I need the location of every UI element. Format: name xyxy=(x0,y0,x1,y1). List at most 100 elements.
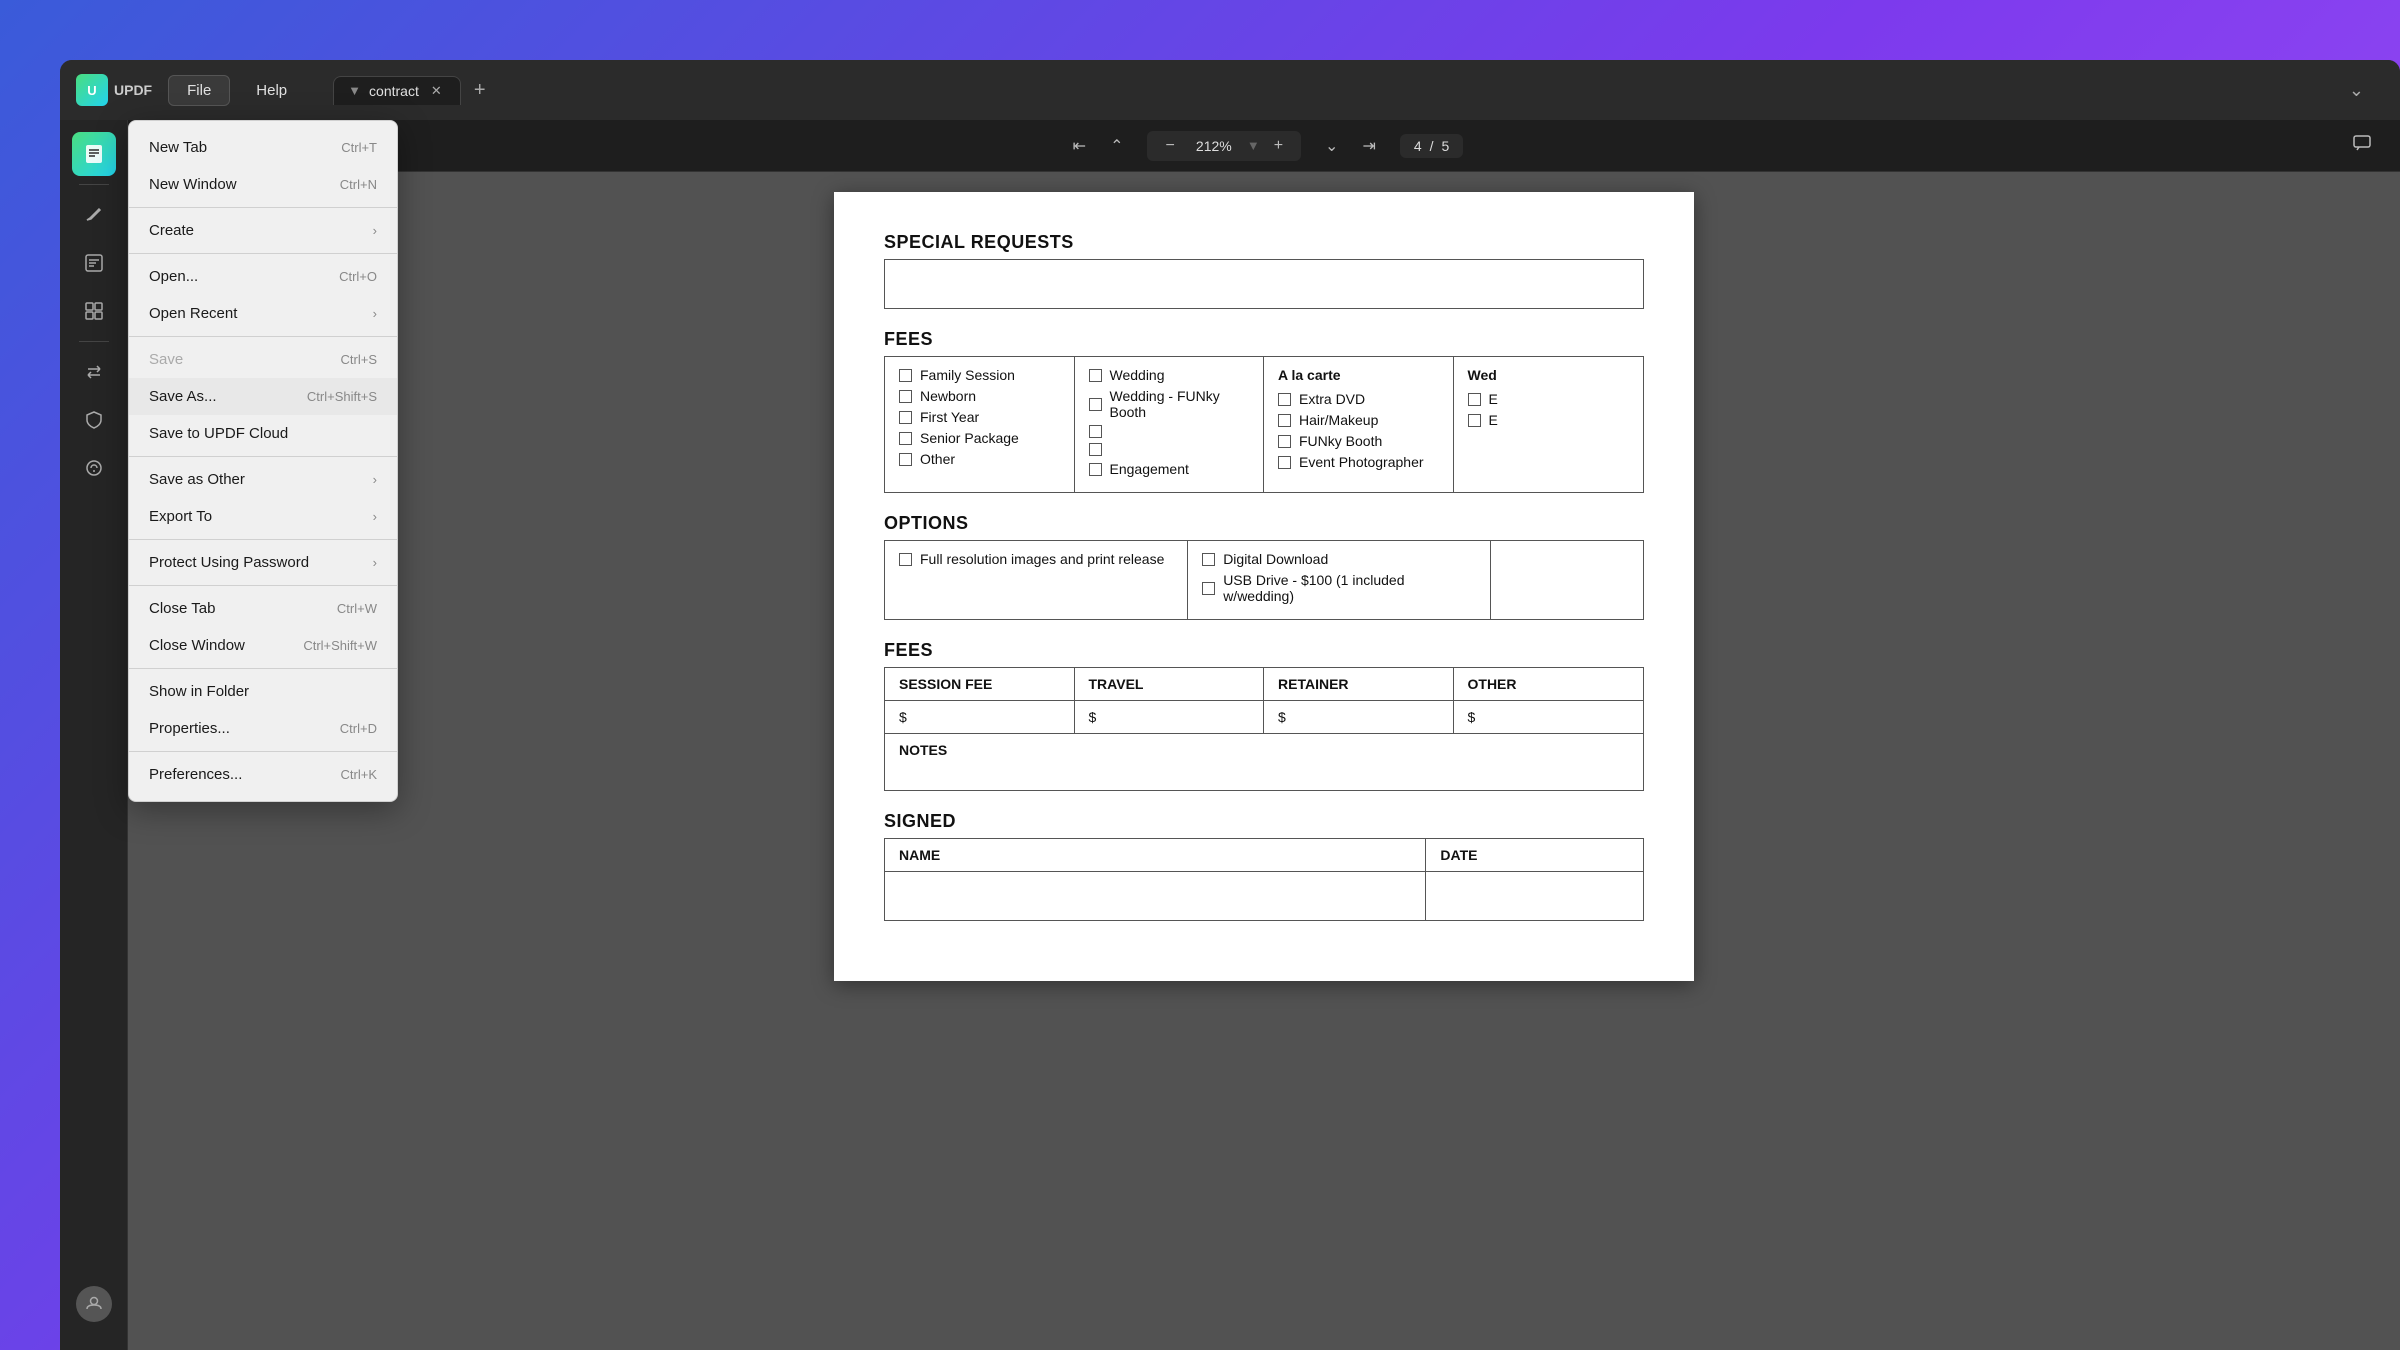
checkbox-blank2[interactable] xyxy=(1089,443,1102,456)
next-page-button[interactable]: ⌄ xyxy=(1317,132,1346,160)
menu-arrow-export: › xyxy=(373,509,377,524)
checkbox-wed-1[interactable] xyxy=(1468,393,1481,406)
menu-item-create[interactable]: Create › xyxy=(129,212,397,249)
sidebar-bottom xyxy=(76,1286,112,1338)
toolbar-nav-2: ⌄ ⇥ xyxy=(1317,132,1384,160)
sidebar-icon-convert[interactable] xyxy=(72,350,116,394)
menu-item-new-tab[interactable]: New Tab Ctrl+T xyxy=(129,129,397,166)
zoom-out-button[interactable]: − xyxy=(1159,135,1180,157)
menu-item-save-as[interactable]: Save As... Ctrl+Shift+S xyxy=(129,378,397,415)
checkbox-other[interactable] xyxy=(899,453,912,466)
menu-item-close-window[interactable]: Close Window Ctrl+Shift+W xyxy=(129,627,397,664)
fees-bottom-section: FEES SESSION FEE TRAVEL RETAINER OTHER $… xyxy=(884,640,1644,791)
current-page: 4 xyxy=(1414,138,1422,154)
page-separator: / xyxy=(1430,138,1434,154)
fees-label-wedding-funky: Wedding - FUNky Booth xyxy=(1110,388,1250,420)
menu-item-close-tab[interactable]: Close Tab Ctrl+W xyxy=(129,590,397,627)
user-avatar[interactable] xyxy=(76,1286,112,1322)
first-page-button[interactable]: ⇤ xyxy=(1065,132,1094,160)
fees-bottom-title: FEES xyxy=(884,640,1644,661)
checkbox-engagement[interactable] xyxy=(1089,463,1102,476)
checkbox-wed-2[interactable] xyxy=(1468,414,1481,427)
tab-name: contract xyxy=(369,83,419,99)
sidebar-icon-organize[interactable] xyxy=(72,289,116,333)
help-menu-button[interactable]: Help xyxy=(238,76,305,105)
signed-name-header: NAME xyxy=(885,839,1426,871)
menu-item-save-cloud[interactable]: Save to UPDF Cloud xyxy=(129,415,397,452)
menu-label-properties: Properties... xyxy=(149,720,230,737)
menu-item-export[interactable]: Export To › xyxy=(129,498,397,535)
sidebar-icon-annotate[interactable] xyxy=(72,193,116,237)
fees-header-session: SESSION FEE xyxy=(885,668,1075,700)
add-tab-button[interactable]: + xyxy=(465,75,495,105)
tab-close-icon[interactable]: ✕ xyxy=(431,83,442,99)
checkbox-fullres[interactable] xyxy=(899,553,912,566)
checkbox-blank1[interactable] xyxy=(1089,425,1102,438)
menu-item-save[interactable]: Save Ctrl+S xyxy=(129,341,397,378)
dropdown-menu-container: New Tab Ctrl+T New Window Ctrl+N Create … xyxy=(128,120,398,802)
menu-item-preferences[interactable]: Preferences... Ctrl+K xyxy=(129,756,397,793)
options-col-1: Full resolution images and print release xyxy=(885,541,1188,619)
signed-date-cell xyxy=(1426,872,1643,920)
checkbox-wedding-funky[interactable] xyxy=(1089,398,1102,411)
main-area: ⇤ ⌃ − 212% ▼ + ⌄ ⇥ 4 / 5 xyxy=(60,120,2400,1350)
zoom-dropdown-icon[interactable]: ▼ xyxy=(1247,138,1260,153)
sidebar-icon-edit[interactable] xyxy=(72,241,116,285)
page-control: 4 / 5 xyxy=(1400,134,1463,158)
fees-top-section: FEES Family Session Newborn xyxy=(884,329,1644,493)
options-grid: Full resolution images and print release… xyxy=(884,540,1644,620)
content-area: ⇤ ⌃ − 212% ▼ + ⌄ ⇥ 4 / 5 xyxy=(128,120,2400,1350)
last-page-button[interactable]: ⇥ xyxy=(1354,132,1383,160)
menu-arrow-protect: › xyxy=(373,555,377,570)
app-window: U UPDF File Help ▼ contract ✕ + ⌄ xyxy=(60,60,2400,1350)
fees-label-funky: FUNky Booth xyxy=(1299,433,1382,449)
special-requests-section: SPECIAL REQUESTS xyxy=(884,232,1644,309)
checkbox-event[interactable] xyxy=(1278,456,1291,469)
menu-item-protect[interactable]: Protect Using Password › xyxy=(129,544,397,581)
prev-page-button[interactable]: ⌃ xyxy=(1102,132,1131,160)
toolbar-nav: ⇤ ⌃ xyxy=(1065,132,1132,160)
menu-label-open-recent: Open Recent xyxy=(149,305,237,322)
menu-label-save-as: Save As... xyxy=(149,388,217,405)
checkbox-usb[interactable] xyxy=(1202,582,1215,595)
fees-row-wed-1: E xyxy=(1468,391,1630,407)
checkbox-family[interactable] xyxy=(899,369,912,382)
checkbox-wedding[interactable] xyxy=(1089,369,1102,382)
menu-label-protect: Protect Using Password xyxy=(149,554,309,571)
file-menu-button[interactable]: File xyxy=(168,75,230,106)
comment-button[interactable] xyxy=(2344,129,2380,162)
sidebar-icon-read[interactable] xyxy=(72,132,116,176)
checkbox-firstyear[interactable] xyxy=(899,411,912,424)
menu-item-save-other[interactable]: Save as Other › xyxy=(129,461,397,498)
menu-arrow-open-recent: › xyxy=(373,306,377,321)
menu-shortcut-close-window: Ctrl+Shift+W xyxy=(303,638,377,653)
fees-label-other: Other xyxy=(920,451,955,467)
menu-item-new-window[interactable]: New Window Ctrl+N xyxy=(129,166,397,203)
menu-item-show-folder[interactable]: Show in Folder xyxy=(129,673,397,710)
fees-val-travel: $ xyxy=(1075,701,1265,733)
sidebar-icon-protect[interactable] xyxy=(72,398,116,442)
checkbox-newborn[interactable] xyxy=(899,390,912,403)
fees-row-hair: Hair/Makeup xyxy=(1278,412,1439,428)
fees-row-family: Family Session xyxy=(899,367,1060,383)
menu-label-new-tab: New Tab xyxy=(149,139,207,156)
checkbox-funky[interactable] xyxy=(1278,435,1291,448)
menu-label-new-window: New Window xyxy=(149,176,237,193)
checkbox-hair[interactable] xyxy=(1278,414,1291,427)
collapse-button[interactable]: ⌄ xyxy=(2349,80,2384,101)
contract-tab[interactable]: ▼ contract ✕ xyxy=(333,76,461,105)
file-dropdown-menu: New Tab Ctrl+T New Window Ctrl+N Create … xyxy=(128,120,398,802)
fees-row-funky: FUNky Booth xyxy=(1278,433,1439,449)
fees-header-travel: TRAVEL xyxy=(1075,668,1265,700)
menu-item-open-recent[interactable]: Open Recent › xyxy=(129,295,397,332)
fees-col-2: Wedding Wedding - FUNky Booth xyxy=(1075,357,1265,492)
menu-shortcut-properties: Ctrl+D xyxy=(340,721,377,736)
zoom-in-button[interactable]: + xyxy=(1268,135,1289,157)
checkbox-dvd[interactable] xyxy=(1278,393,1291,406)
checkbox-senior[interactable] xyxy=(899,432,912,445)
menu-item-properties[interactable]: Properties... Ctrl+D xyxy=(129,710,397,747)
menu-label-close-window: Close Window xyxy=(149,637,245,654)
sidebar-icon-ai[interactable] xyxy=(72,446,116,490)
checkbox-digital[interactable] xyxy=(1202,553,1215,566)
menu-item-open[interactable]: Open... Ctrl+O xyxy=(129,258,397,295)
